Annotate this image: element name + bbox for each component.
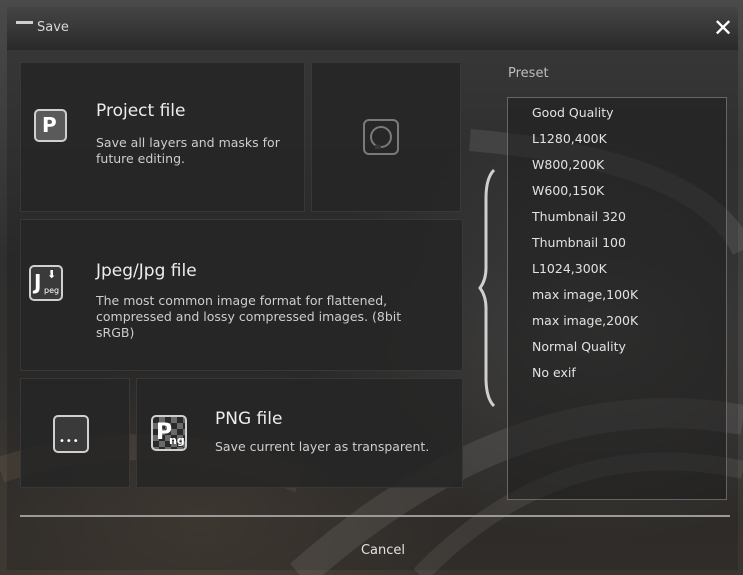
jpeg-file-description-line3: sRGB) [96, 325, 135, 340]
preset-item[interactable]: Thumbnail 320 [532, 209, 626, 224]
preset-item[interactable]: Normal Quality [532, 339, 626, 354]
project-file-icon: P [34, 109, 67, 142]
preset-item[interactable]: Good Quality [532, 105, 614, 120]
window-title: Save [37, 20, 69, 35]
close-icon[interactable]: ✕ [708, 12, 738, 44]
window-menu-icon[interactable] [16, 21, 33, 24]
more-formats-icon: ••• [53, 415, 89, 453]
png-file-description: Save current layer as transparent. [215, 439, 430, 454]
png-file-title: PNG file [215, 409, 283, 429]
preset-item[interactable]: W600,150K [532, 183, 604, 198]
preset-item[interactable]: max image,200K [532, 313, 638, 328]
png-file-icon: P ng [151, 415, 187, 451]
preset-item[interactable]: L1024,300K [532, 261, 607, 276]
jpeg-file-title: Jpeg/Jpg file [96, 261, 197, 281]
jpeg-file-description-line1: The most common image format for flatten… [96, 293, 388, 308]
project-file-description-line1: Save all layers and masks for [96, 135, 280, 150]
preset-item[interactable]: max image,100K [532, 287, 638, 302]
jpeg-file-option[interactable]: J ⬇ peg Jpeg/Jpg file The most common im… [20, 219, 463, 371]
preset-item[interactable]: No exif [532, 365, 576, 380]
footer-divider [20, 515, 730, 517]
preset-item[interactable]: W800,200K [532, 157, 604, 172]
jpeg-file-icon: J ⬇ peg [29, 265, 63, 301]
preset-item[interactable]: Thumbnail 100 [532, 235, 626, 250]
preset-heading: Preset [508, 66, 549, 81]
project-file-description-line2: future editing. [96, 151, 185, 166]
preset-item[interactable]: L1280,400K [532, 131, 607, 146]
title-bar [7, 7, 738, 50]
project-file-title: Project file [96, 101, 186, 121]
png-file-option[interactable]: P ng PNG file Save current layer as tran… [136, 378, 463, 488]
jpeg-file-description-line2: compressed and lossy compressed images. … [96, 309, 402, 324]
preset-list: Good Quality L1280,400K W800,200K W600,1… [507, 97, 727, 500]
more-formats-option[interactable]: ••• [20, 378, 130, 488]
cancel-button[interactable]: Cancel [336, 539, 430, 563]
project-file-option[interactable]: P Project file Save all layers and masks… [20, 62, 305, 212]
preset-bracket-decoration [478, 168, 496, 408]
circle-restore-icon [363, 119, 399, 155]
restore-option[interactable] [311, 62, 461, 212]
